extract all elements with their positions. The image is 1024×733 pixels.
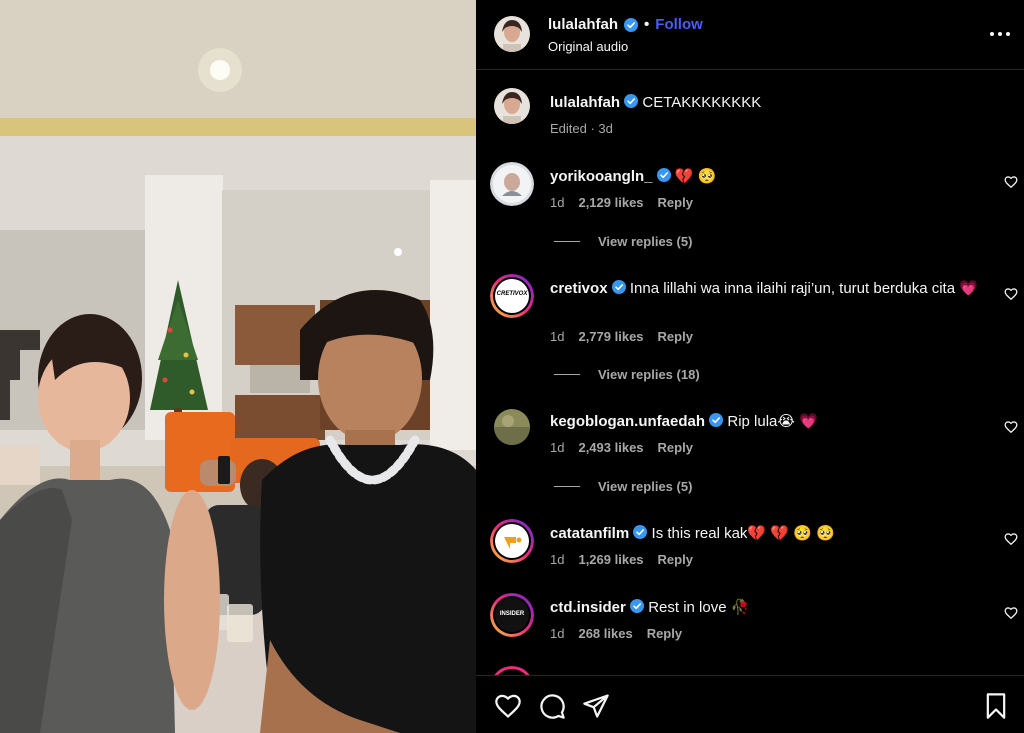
heart-icon[interactable] [1004, 175, 1018, 189]
view-replies-label: View replies (18) [598, 367, 700, 382]
heart-icon[interactable] [1004, 420, 1018, 434]
author-username[interactable]: lulalahfah [548, 16, 618, 33]
comment-text: Inna lillahi wa inna ilaihi raji’un, tur… [629, 280, 978, 297]
avatar-logo-text: CRETIVOX [496, 291, 528, 297]
comment-text: 💔 🥺 [674, 168, 717, 185]
separator-dot: • [644, 16, 650, 33]
view-replies-button[interactable]: View replies (5) [554, 479, 692, 494]
comment-text: Rest in love 🥀 [648, 599, 750, 616]
heart-icon[interactable] [494, 692, 522, 720]
comment-text-line: kegoblogan.unfaedah Rip lula😭 💗 [550, 411, 980, 432]
comment-likes[interactable]: 2,129 likes [578, 195, 643, 210]
comment-username[interactable]: catatanfilm [550, 525, 629, 542]
view-replies-button[interactable]: View replies (5) [554, 234, 692, 249]
comment-age: 1d [550, 440, 565, 455]
comment-likes[interactable]: 2,779 likes [578, 329, 643, 344]
avatar-logo-text: INSIDER [499, 611, 525, 617]
verified-badge-icon [630, 599, 645, 613]
verified-badge-icon [624, 17, 639, 32]
comment-icon[interactable] [538, 692, 566, 720]
comment-age: 1d [550, 195, 565, 210]
post-media[interactable] [0, 0, 476, 733]
follow-button[interactable]: Follow [655, 16, 703, 33]
heart-icon[interactable] [1004, 532, 1018, 546]
post-header: lulalahfah • Follow Original audio [476, 0, 1024, 70]
post-detail-panel: lulalahfah • Follow Original audio lulal… [476, 0, 1024, 733]
view-replies-label: View replies (5) [598, 234, 693, 249]
verified-badge-icon [656, 168, 671, 182]
verified-badge-icon [709, 413, 724, 427]
comment-text-line: ctd.insider Rest in love 🥀 [550, 597, 980, 618]
caption-username[interactable]: lulalahfah [550, 94, 620, 111]
comment-username[interactable]: cretivox [550, 280, 608, 297]
replies-divider [554, 374, 580, 375]
comment-meta: 1d 1,269 likes Reply [550, 552, 693, 567]
share-icon[interactable] [582, 692, 610, 720]
caption-avatar[interactable] [494, 88, 530, 124]
heart-icon[interactable] [1004, 606, 1018, 620]
post-actions-bar [476, 675, 1024, 733]
comment-meta: 1d 2,493 likes Reply [550, 440, 693, 455]
verified-badge-icon [611, 280, 626, 294]
comment-age: 1d [550, 552, 565, 567]
bookmark-icon[interactable] [982, 692, 1010, 720]
reply-button[interactable]: Reply [647, 626, 682, 641]
commenter-avatar[interactable]: INSIDER [490, 593, 534, 637]
caption-text-line: lulalahfah CETAKKKKKKKK [550, 92, 980, 113]
commenter-avatar[interactable]: CRETIVOX [490, 274, 534, 318]
replies-divider [554, 241, 580, 242]
commenter-avatar[interactable] [490, 519, 534, 563]
comment-likes[interactable]: 268 likes [578, 626, 632, 641]
comment-text: Rip lula😭 💗 [727, 413, 818, 430]
comment-likes[interactable]: 1,269 likes [578, 552, 643, 567]
comment-text-line: cretivox Inna lillahi wa inna ilaihi raj… [550, 278, 980, 299]
author-line: lulalahfah • Follow [548, 16, 703, 33]
comment-age: 1d [550, 626, 565, 641]
view-replies-button[interactable]: View replies (18) [554, 367, 700, 382]
comment-age: 1d [550, 329, 565, 344]
verified-badge-icon [633, 525, 648, 539]
comment-meta: 1d 2,779 likes Reply [550, 329, 693, 344]
comment-text-line: catatanfilm Is this real kak💔 💔 🥺 🥺 [550, 523, 980, 544]
audio-label[interactable]: Original audio [548, 39, 628, 54]
reply-button[interactable]: Reply [658, 552, 693, 567]
comment-username[interactable]: yorikooangln_ [550, 168, 653, 185]
video-frame [0, 0, 476, 733]
more-options-icon[interactable] [988, 22, 1012, 46]
commenter-avatar[interactable] [490, 666, 534, 675]
comment-username[interactable]: ctd.insider [550, 599, 626, 616]
verified-badge-icon [624, 94, 639, 108]
commenter-avatar[interactable] [494, 409, 530, 445]
reply-button[interactable]: Reply [658, 329, 693, 344]
view-replies-label: View replies (5) [598, 479, 693, 494]
heart-icon[interactable] [1004, 287, 1018, 301]
author-avatar[interactable] [494, 16, 530, 52]
comment-username[interactable]: kegoblogan.unfaedah [550, 413, 705, 430]
comment-likes[interactable]: 2,493 likes [578, 440, 643, 455]
comments-list[interactable]: lulalahfah CETAKKKKKKKK Edited · 3d yori… [476, 70, 1024, 675]
caption-meta: Edited · 3d [550, 121, 613, 136]
commenter-avatar[interactable] [490, 162, 534, 206]
replies-divider [554, 486, 580, 487]
caption-text: CETAKKKKKKKK [642, 94, 762, 111]
comment-text-line: yorikooangln_ 💔 🥺 [550, 166, 980, 187]
reply-button[interactable]: Reply [658, 440, 693, 455]
comment-meta: 1d 268 likes Reply [550, 626, 682, 641]
reply-button[interactable]: Reply [658, 195, 693, 210]
comment-meta: 1d 2,129 likes Reply [550, 195, 693, 210]
caption-edited-time: Edited · 3d [550, 121, 613, 136]
comment-text: Is this real kak💔 💔 🥺 🥺 [651, 525, 835, 542]
